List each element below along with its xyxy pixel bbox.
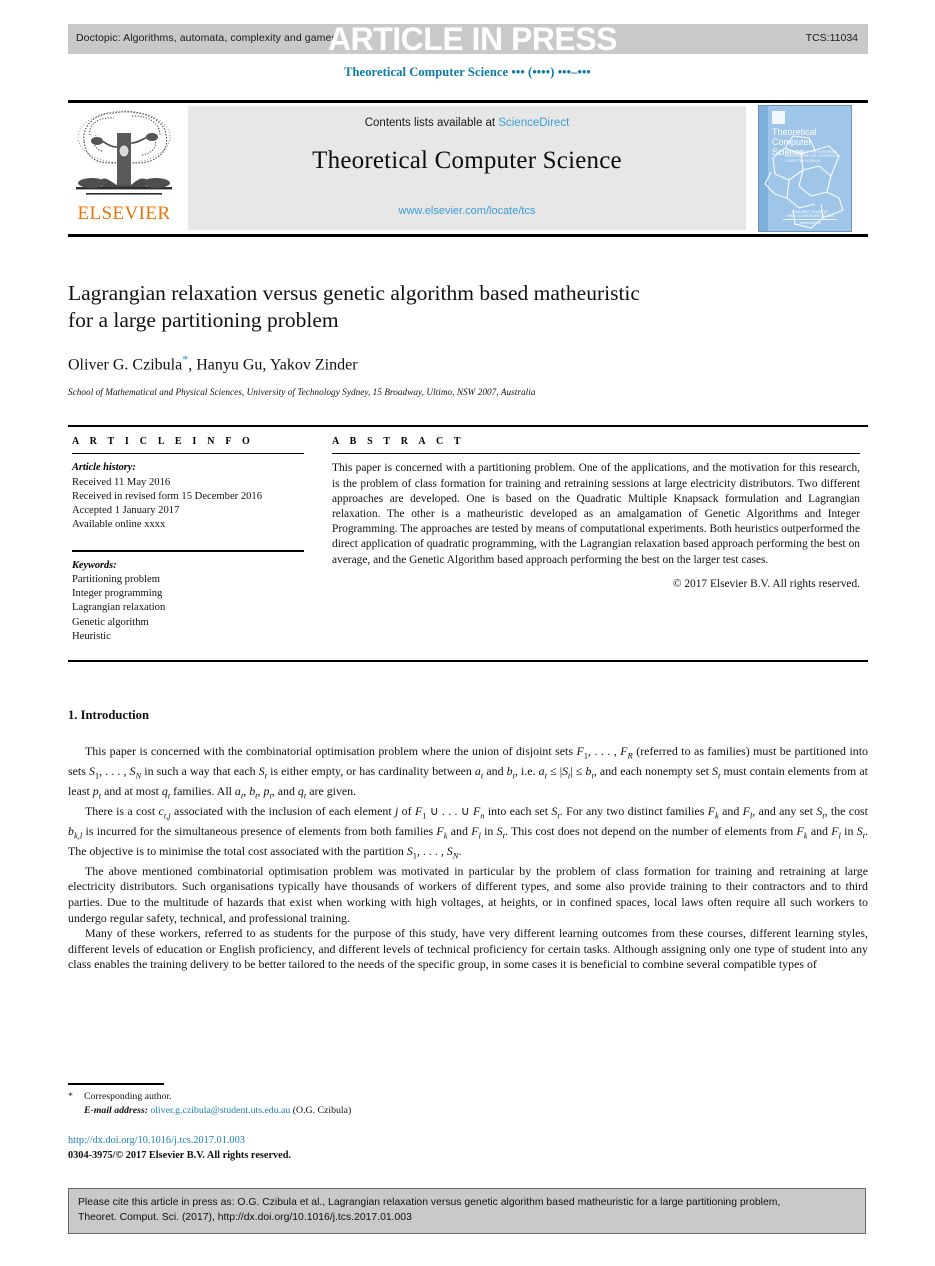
email-owner: (O.G. Czibula) xyxy=(292,1105,352,1116)
article-info-rule xyxy=(72,453,304,455)
author-rest: , Hanyu Gu, Yakov Zinder xyxy=(188,356,358,374)
keyword-item: Integer programming xyxy=(72,588,163,600)
asterisk-icon: * xyxy=(68,1091,73,1102)
abstract-copyright: © 2017 Elsevier B.V. All rights reserved… xyxy=(672,577,860,590)
email-note: E-mail address: oliver.g.czibula@student… xyxy=(68,1104,568,1118)
keyword-item: Partitioning problem xyxy=(72,574,160,585)
keyword-item: Heuristic xyxy=(72,630,111,642)
journal-title: Theoretical Computer Science xyxy=(312,147,622,174)
journal-homepage-link[interactable]: www.elsevier.com/locate/tcs xyxy=(188,205,746,217)
cover-publisher-emblem xyxy=(772,111,785,124)
section-heading-introduction: 1. Introduction xyxy=(68,708,149,722)
cover-footer: AVAILABLE ONLINE AT WWW.SCIENCEDIRECT.CO… xyxy=(773,210,847,226)
sciencedirect-link[interactable]: ScienceDirect xyxy=(498,117,569,129)
article-info-heading: A R T I C L E I N F O xyxy=(72,436,254,447)
doi-link[interactable]: http://dx.doi.org/10.1016/j.tcs.2017.01.… xyxy=(68,1134,568,1149)
article-info-column: A R T I C L E I N F O Article history: R… xyxy=(72,436,304,644)
article-in-press-band: Doctopic: Algorithms, automata, complexi… xyxy=(68,24,868,54)
tcs-number: TCS:11034 xyxy=(805,32,858,44)
page-title: Lagrangian relaxation versus genetic alg… xyxy=(68,281,640,332)
journal-masthead: ELSEVIER Contents lists available at Sci… xyxy=(68,103,868,234)
doctopic-label: Doctopic: Algorithms, automata, complexi… xyxy=(76,32,337,44)
email-link[interactable]: oliver.g.czibula@student.uts.edu.au xyxy=(150,1105,290,1116)
issn-copyright-line: 0304-3975/© 2017 Elsevier B.V. All right… xyxy=(68,1149,292,1161)
keywords-rule xyxy=(72,550,304,552)
contents-available-line: Contents lists available at ScienceDirec… xyxy=(188,117,746,129)
article-history-label: Article history: xyxy=(72,462,136,474)
cite-line-2: Theoret. Comput. Sci. (2017), http://dx.… xyxy=(78,1211,412,1223)
info-block-top-rule xyxy=(68,425,868,427)
abstract-column: A B S T R A C T This paper is concerned … xyxy=(332,436,860,590)
history-item: Accepted 1 January 2017 xyxy=(72,505,180,516)
journal-running-head: Theoretical Computer Science ••• (••••) … xyxy=(344,65,591,79)
body-paragraph: The above mentioned combinatorial optimi… xyxy=(68,863,868,925)
footnote-block: * Corresponding author. E-mail address: o… xyxy=(68,1090,568,1118)
author-first: Oliver G. Czibula xyxy=(68,356,183,374)
body-paragraph: Many of these workers, referred to as st… xyxy=(68,926,868,972)
elsevier-logo: ELSEVIER xyxy=(70,107,178,229)
history-item: Available online xxxx xyxy=(72,519,166,531)
elsevier-tree-icon xyxy=(76,110,172,195)
cover-footer-brand: ScienceDirect xyxy=(799,221,821,226)
cover-footer-text: AVAILABLE ONLINE AT WWW.SCIENCEDIRECT.CO… xyxy=(786,209,834,219)
body-paragraph: There is a cost ct,j associated with the… xyxy=(68,803,868,861)
elsevier-wordmark: ELSEVIER xyxy=(77,203,171,224)
paper-page: Doctopic: Algorithms, automata, complexi… xyxy=(0,0,935,1266)
keyword-item: Genetic algorithm xyxy=(72,616,149,628)
body-paragraph: This paper is concerned with the combina… xyxy=(68,744,868,801)
masthead-bottom-rule xyxy=(68,234,868,237)
doi-block: http://dx.doi.org/10.1016/j.tcs.2017.01.… xyxy=(68,1134,568,1163)
cover-journal-subtitle: A JOURNAL OF THE EUROPEAN ASSOCIATION FO… xyxy=(785,150,841,163)
abstract-rule xyxy=(332,453,860,455)
affiliation: School of Mathematical and Physical Scie… xyxy=(68,387,536,397)
email-label: E-mail address: xyxy=(84,1105,148,1116)
history-item: Received in revised form 15 December 201… xyxy=(72,490,263,502)
corresponding-author-text: Corresponding author. xyxy=(84,1091,172,1102)
footnote-rule xyxy=(68,1083,164,1085)
history-item: Received 11 May 2016 xyxy=(72,476,171,488)
corresponding-author-note: * Corresponding author. xyxy=(68,1090,568,1104)
journal-cover-thumbnail: Theoretical Computer Science A JOURNAL O… xyxy=(758,105,852,232)
abstract-text: This paper is concerned with a partition… xyxy=(332,462,860,566)
abstract-heading: A B S T R A C T xyxy=(332,436,465,447)
cite-line-1: Please cite this article in press as: O.… xyxy=(78,1197,781,1208)
keyword-item: Lagrangian relaxation xyxy=(72,602,166,614)
contents-prefix: Contents lists available at xyxy=(364,117,499,129)
cite-this-article-box: Please cite this article in press as: O.… xyxy=(68,1188,866,1234)
author-list: Oliver G. Czibula*, Hanyu Gu, Yakov Zind… xyxy=(68,352,768,374)
keywords-label: Keywords: xyxy=(72,559,117,571)
cover-footer-rule xyxy=(783,218,837,220)
contents-banner: Contents lists available at ScienceDirec… xyxy=(188,106,746,230)
body-column: This paper is concerned with the combina… xyxy=(68,744,868,973)
article-in-press-text: ARTICLE IN PRESS xyxy=(328,24,617,54)
info-block-bottom-rule xyxy=(68,660,868,662)
